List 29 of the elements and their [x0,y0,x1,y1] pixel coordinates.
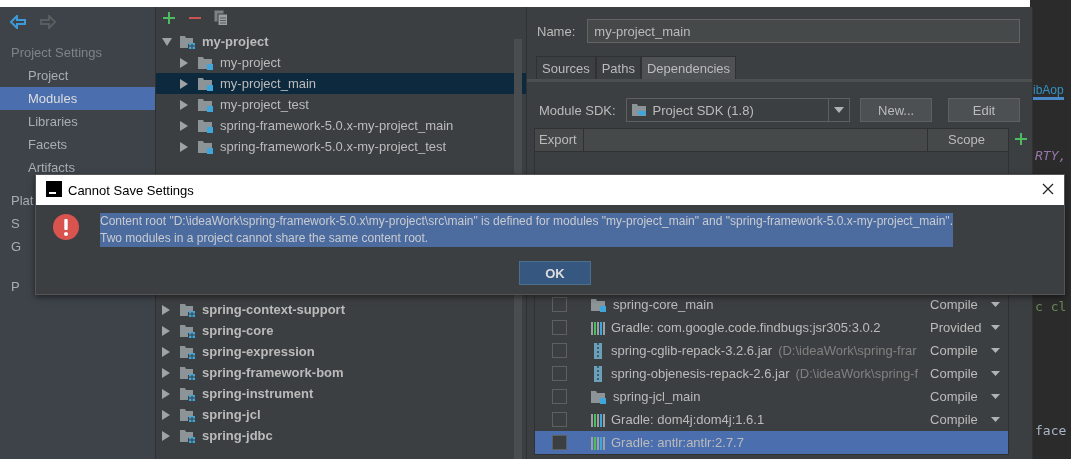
tree-item-label: spring-framework-5.0.x-my-project_test [220,139,447,154]
error-message: Content root "D:\ideaWork\spring-framework-5.0.x\my-project\src\main" is defined for modules "my-project_main" and "spring-framework-5.0.x-my-project_main". Two modules in a project cannot share the same content root. [100,213,953,247]
dependency-name: spring-objenesis-repack-2.6.jar [611,366,790,381]
dependency-name: Gradle: com.google.code.findbugs:jsr305:3.0.2 [611,320,881,335]
dependency-name: Gradle: dom4j:dom4j:1.6.1 [611,412,765,427]
tree-item-label: my-project [220,55,281,70]
tree-item-label: spring-instrument [202,386,314,401]
tree-item-label: my-project_main [220,76,317,91]
dependency-name: spring-core_main [613,297,714,312]
dependency-path: (D:\ideaWork\spring-frar [778,343,917,358]
dependency-path: (D:\ideaWork\spring-f [795,366,919,381]
tree-item-label: spring-context-support [202,302,345,317]
dialog-title: Cannot Save Settings [68,182,195,198]
dependency-name: Gradle: antlr:antlr:2.7.7 [611,435,744,450]
name-label: Name: [537,23,576,39]
tree-item-label: spring-framework-5.0.x-my-project_main [220,118,454,133]
dependency-name: spring-cglib-repack-3.2.6.jar [611,343,773,358]
section-header: Project Settings [10,44,104,62]
code-text: c cl [1035,299,1067,314]
code-text: RTY, [1035,148,1067,163]
tree-item-label: spring-core [202,323,274,338]
tree-item-label: spring-jcl [202,407,261,422]
dependency-name: spring-jcl_main [613,389,701,404]
code-text: face [1035,423,1067,438]
tree-item-label: spring-expression [202,344,315,359]
tree-item-label: spring-jdbc [202,428,273,443]
tree-item-label: my-project_test [220,97,309,112]
tree-item-label: spring-framework-bom [202,365,344,380]
sdk-label: Module SDK: [539,102,616,118]
